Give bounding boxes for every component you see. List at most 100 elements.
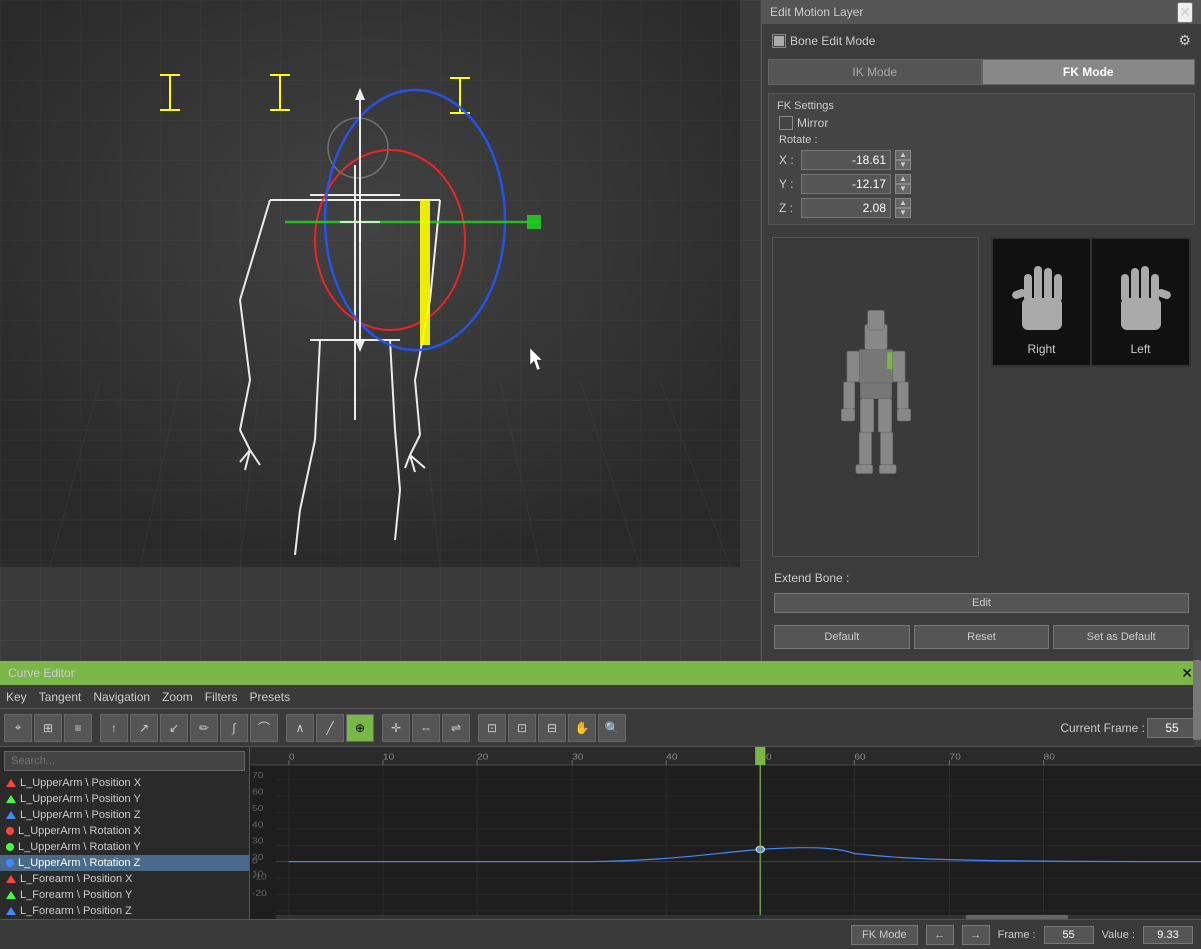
track-item-1[interactable]: L_UpperArm \ Position Y xyxy=(0,791,249,807)
svg-text:30: 30 xyxy=(572,752,583,761)
svg-text:40: 40 xyxy=(666,752,677,761)
left-hand-button[interactable]: Left xyxy=(1091,238,1190,366)
peak-button[interactable]: ∧ xyxy=(286,714,314,742)
value-input[interactable] xyxy=(1143,926,1193,944)
menu-presets[interactable]: Presets xyxy=(249,690,290,704)
mirror-checkbox[interactable] xyxy=(779,116,793,130)
track-name-7: L_Forearm \ Position Y xyxy=(20,889,132,901)
bone-edit-checkbox-row[interactable]: Bone Edit Mode xyxy=(772,34,875,48)
graph-button[interactable]: ⊕ xyxy=(346,714,374,742)
hand-tool-button[interactable]: ✋ xyxy=(568,714,596,742)
rotate-z-input[interactable] xyxy=(801,198,891,218)
ik-mode-tab[interactable]: IK Mode xyxy=(768,59,982,85)
prev-frame-button[interactable]: ← xyxy=(926,925,954,945)
track-icon-1 xyxy=(6,795,16,803)
curve-editor: Curve Editor ✕ Key Tangent Navigation Zo… xyxy=(0,661,1201,949)
fk-mode-bottom-button[interactable]: FK Mode xyxy=(851,925,918,945)
menu-key[interactable]: Key xyxy=(6,690,27,704)
menu-tangent[interactable]: Tangent xyxy=(39,690,82,704)
curve-tool-button[interactable]: ∫ xyxy=(220,714,248,742)
track-item-6[interactable]: L_Forearm \ Position X xyxy=(0,871,249,887)
group-tool-button[interactable]: ⊞ xyxy=(34,714,62,742)
track-name-3: L_UpperArm \ Rotation X xyxy=(18,825,141,837)
gear-button[interactable]: ⚙ xyxy=(1178,32,1191,49)
figure-svg xyxy=(796,302,956,492)
reset-button[interactable]: Reset xyxy=(914,625,1050,649)
fk-mode-tab[interactable]: FK Mode xyxy=(982,59,1196,85)
rotate-z-up[interactable]: ▲ xyxy=(895,198,911,208)
track-item-8[interactable]: L_Forearm \ Position Z xyxy=(0,903,249,919)
right-hand-button[interactable]: Right xyxy=(992,238,1091,366)
rotate-y-down[interactable]: ▼ xyxy=(895,184,911,194)
pen-button[interactable]: ✏ xyxy=(190,714,218,742)
curve-icon-toolbar: ⌖ ⊞ ≡ ↑ ↗ ↙ ✏ ∫ ⌒ ∧ ╱ ⊕ ✛ ⇔ ⇌ ⊡ ⊡ ⊟ ✋ 🔍 … xyxy=(0,709,1201,747)
set-default-button[interactable]: Set as Default xyxy=(1053,625,1189,649)
current-frame-label: Current Frame : xyxy=(1060,721,1145,735)
move-up-button[interactable]: ↑ xyxy=(100,714,128,742)
smooth-button[interactable]: ⌒ xyxy=(250,714,278,742)
rotate-z-axis-label: Z : xyxy=(779,201,797,215)
panel-title: Edit Motion Layer xyxy=(770,5,863,19)
panel-close-button[interactable]: ✕ xyxy=(1177,2,1193,23)
layer-tool-button[interactable]: ≡ xyxy=(64,714,92,742)
mirror-row: Mirror xyxy=(773,114,1190,132)
bone-edit-checkbox[interactable] xyxy=(772,34,786,48)
menu-filters[interactable]: Filters xyxy=(205,690,238,704)
panel-titlebar: Edit Motion Layer ✕ xyxy=(762,0,1201,24)
move-down-button[interactable]: ↙ xyxy=(160,714,188,742)
curve-editor-close-button[interactable]: ✕ xyxy=(1181,665,1193,682)
fit-button[interactable]: ⊡ xyxy=(478,714,506,742)
search-input[interactable] xyxy=(4,751,245,771)
rotate-x-input[interactable] xyxy=(801,150,891,170)
rotate-x-up[interactable]: ▲ xyxy=(895,150,911,160)
stretch-button[interactable]: ⇔ xyxy=(412,714,440,742)
edit-button[interactable]: Edit xyxy=(774,593,1189,613)
rotate-y-up[interactable]: ▲ xyxy=(895,174,911,184)
curve-graph-svg: 0 10 20 30 40 50 60 70 8 xyxy=(250,747,1201,919)
track-icon-5 xyxy=(6,859,14,867)
rotate-z-down[interactable]: ▼ xyxy=(895,208,911,218)
track-name-4: L_UpperArm \ Rotation Y xyxy=(18,841,141,853)
rotate-x-spin: ▲ ▼ xyxy=(895,150,911,170)
curve-editor-title: Curve Editor xyxy=(8,666,75,680)
track-item-3[interactable]: L_UpperArm \ Rotation X xyxy=(0,823,249,839)
svg-text:0: 0 xyxy=(252,856,258,865)
viewport[interactable] xyxy=(0,0,761,661)
rotate-x-down[interactable]: ▼ xyxy=(895,160,911,170)
curve-graph[interactable]: 0 10 20 30 40 50 60 70 8 xyxy=(250,747,1201,919)
track-item-4[interactable]: L_UpperArm \ Rotation Y xyxy=(0,839,249,855)
menu-navigation[interactable]: Navigation xyxy=(93,690,150,704)
track-item-0[interactable]: L_UpperArm \ Position X xyxy=(0,775,249,791)
default-button[interactable]: Default xyxy=(774,625,910,649)
next-frame-button[interactable]: → xyxy=(962,925,990,945)
bone-edit-mode-row: Bone Edit Mode ⚙ xyxy=(768,30,1195,51)
track-icon-7 xyxy=(6,891,16,899)
menu-zoom[interactable]: Zoom xyxy=(162,690,193,704)
track-name-8: L_Forearm \ Position Z xyxy=(20,905,132,917)
track-item-2[interactable]: L_UpperArm \ Position Z xyxy=(0,807,249,823)
translate-button[interactable]: ✛ xyxy=(382,714,410,742)
magnify-button[interactable]: 🔍 xyxy=(598,714,626,742)
svg-text:10: 10 xyxy=(383,752,394,761)
track-icon-8 xyxy=(6,907,16,915)
svg-text:40: 40 xyxy=(252,820,263,829)
move-up2-button[interactable]: ↗ xyxy=(130,714,158,742)
figure-area xyxy=(772,237,979,557)
frame-value-input[interactable] xyxy=(1044,926,1094,944)
svg-text:-20: -20 xyxy=(252,889,267,898)
key-button[interactable]: ⊟ xyxy=(538,714,566,742)
current-frame-input[interactable] xyxy=(1147,718,1197,738)
rotate-x-axis-label: X : xyxy=(779,153,797,167)
top-section: Edit Motion Layer ✕ Bone Edit Mode ⚙ xyxy=(0,0,1201,661)
linear-button[interactable]: ╱ xyxy=(316,714,344,742)
mirror-button[interactable]: ⇌ xyxy=(442,714,470,742)
select-tool-button[interactable]: ⌖ xyxy=(4,714,32,742)
track-name-2: L_UpperArm \ Position Z xyxy=(20,809,140,821)
zoom-fit-button[interactable]: ⊡ xyxy=(508,714,536,742)
track-item-7[interactable]: L_Forearm \ Position Y xyxy=(0,887,249,903)
svg-text:70: 70 xyxy=(252,771,263,780)
track-name-1: L_UpperArm \ Position Y xyxy=(20,793,141,805)
rotate-y-input[interactable] xyxy=(801,174,891,194)
track-item-5[interactable]: L_UpperArm \ Rotation Z xyxy=(0,855,249,871)
right-hand-label: Right xyxy=(1027,342,1055,356)
